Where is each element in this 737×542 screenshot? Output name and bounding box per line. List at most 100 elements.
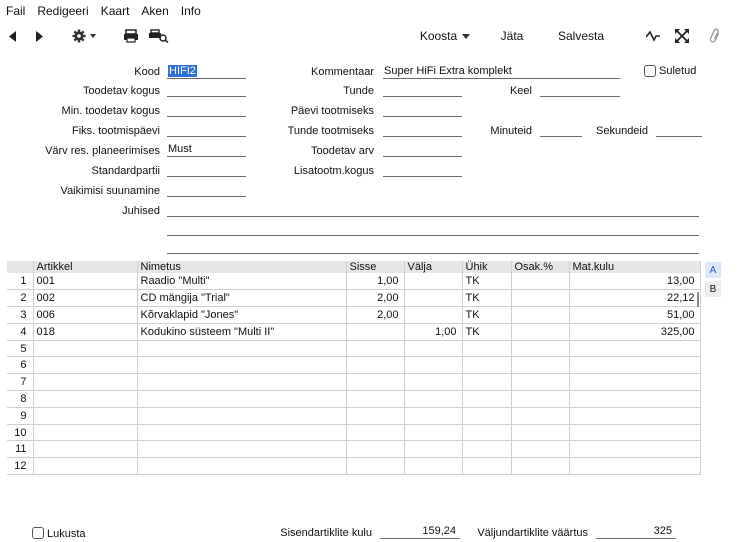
in-cell[interactable] [346, 323, 405, 341]
percent-cell[interactable] [511, 289, 570, 308]
material-cost-cell[interactable] [569, 407, 701, 425]
material-cost-cell[interactable]: 51,00 [569, 306, 701, 324]
name-cell[interactable]: Kodukino süsteem "Multi II" [137, 323, 347, 341]
article-cell[interactable] [33, 457, 138, 476]
name-cell[interactable] [137, 457, 347, 476]
out-cell[interactable]: 1,00 [404, 323, 463, 341]
material-cost-cell[interactable] [569, 457, 701, 476]
days-prod-field[interactable] [383, 103, 462, 117]
table-row[interactable]: 5 [7, 340, 701, 358]
unit-cell[interactable] [462, 356, 512, 375]
name-cell[interactable]: Raadio "Multi" [137, 273, 347, 291]
instructions-line-1[interactable] [167, 203, 699, 217]
out-cell[interactable] [404, 340, 463, 358]
menu-edit[interactable]: Redigeeri [37, 4, 88, 18]
percent-cell[interactable] [511, 273, 570, 291]
in-cell[interactable]: 2,00 [346, 306, 405, 324]
out-cell[interactable] [404, 273, 463, 291]
out-cell[interactable] [404, 440, 463, 459]
article-cell[interactable]: 018 [33, 323, 138, 341]
material-cost-cell[interactable]: 13,00 [569, 273, 701, 291]
out-cell[interactable] [404, 457, 463, 476]
minutes-field[interactable] [540, 123, 582, 137]
skip-button[interactable]: Jäta [496, 24, 528, 48]
back-arrow-icon[interactable] [6, 24, 20, 48]
unit-cell[interactable] [462, 340, 512, 358]
name-cell[interactable] [137, 340, 347, 358]
percent-cell[interactable] [511, 356, 570, 375]
article-cell[interactable] [33, 356, 138, 375]
unit-cell[interactable]: TK [462, 289, 512, 308]
seconds-field[interactable] [656, 123, 702, 137]
colour-planning-field[interactable]: Must [167, 143, 246, 157]
in-cell[interactable] [346, 424, 405, 442]
name-cell[interactable] [137, 407, 347, 425]
name-cell[interactable]: Kõrvaklapid "Jones" [137, 306, 347, 324]
percent-cell[interactable] [511, 440, 570, 459]
material-cost-cell[interactable] [569, 340, 701, 358]
percent-cell[interactable] [511, 457, 570, 476]
name-cell[interactable] [137, 373, 347, 392]
table-row[interactable]: 6 [7, 356, 701, 375]
out-cell[interactable] [404, 306, 463, 324]
out-cell[interactable] [404, 289, 463, 308]
hours-field[interactable] [383, 83, 462, 97]
percent-cell[interactable] [511, 424, 570, 442]
in-cell[interactable] [346, 457, 405, 476]
table-row[interactable]: 4 018 Kodukino süsteem "Multi II" 1,00 TK 325… [7, 323, 701, 341]
fixed-days-field[interactable] [167, 123, 246, 137]
percent-cell[interactable] [511, 390, 570, 408]
article-cell[interactable] [33, 373, 138, 392]
table-row[interactable]: 11 [7, 440, 701, 459]
tab-b[interactable]: B [705, 281, 721, 297]
table-row[interactable]: 8 [7, 390, 701, 408]
menu-card[interactable]: Kaart [101, 4, 130, 18]
comment-field[interactable]: Super HiFi Extra komplekt [383, 65, 620, 79]
lock-checkbox[interactable] [32, 527, 44, 539]
table-row[interactable]: 9 [7, 407, 701, 425]
language-field[interactable] [540, 83, 620, 97]
unit-cell[interactable]: TK [462, 323, 512, 341]
article-cell[interactable]: 006 [33, 306, 138, 324]
material-cost-cell[interactable] [569, 440, 701, 459]
table-row[interactable]: 12 [7, 457, 701, 476]
hours-prod-field[interactable] [383, 123, 462, 137]
in-cell[interactable] [346, 373, 405, 392]
in-cell[interactable]: 1,00 [346, 273, 405, 291]
qty-produced-field[interactable] [167, 83, 246, 97]
unit-cell[interactable]: TK [462, 273, 512, 291]
print-icon[interactable] [122, 24, 140, 48]
table-row[interactable]: 3 006 Kõrvaklapid "Jones" 2,00 TK 51,00 [7, 306, 701, 324]
in-cell[interactable] [346, 407, 405, 425]
unit-cell[interactable] [462, 407, 512, 425]
out-cell[interactable] [404, 424, 463, 442]
in-cell[interactable] [346, 440, 405, 459]
create-button[interactable]: Koosta [418, 24, 472, 48]
unit-cell[interactable] [462, 457, 512, 476]
percent-cell[interactable] [511, 306, 570, 324]
name-cell[interactable] [137, 424, 347, 442]
table-row[interactable]: 2 002 CD mängija "Trial" 2,00 TK 22,12 [7, 289, 701, 308]
instructions-line-3[interactable] [167, 240, 699, 254]
name-cell[interactable] [137, 390, 347, 408]
table-row[interactable]: 1 001 Raadio "Multi" 1,00 TK 13,00 [7, 273, 701, 291]
name-cell[interactable]: CD mängija "Trial" [137, 289, 347, 308]
material-cost-cell[interactable]: 22,12 [569, 289, 701, 308]
out-cell[interactable] [404, 373, 463, 392]
out-cell[interactable] [404, 407, 463, 425]
name-cell[interactable] [137, 356, 347, 375]
menu-window[interactable]: Aken [141, 4, 168, 18]
in-cell[interactable]: 2,00 [346, 289, 405, 308]
article-cell[interactable] [33, 424, 138, 442]
code-field[interactable]: HIFI2 [167, 65, 246, 79]
unit-cell[interactable] [462, 390, 512, 408]
material-cost-cell[interactable] [569, 356, 701, 375]
name-cell[interactable] [137, 440, 347, 459]
in-cell[interactable] [346, 390, 405, 408]
article-cell[interactable]: 002 [33, 289, 138, 308]
percent-cell[interactable] [511, 340, 570, 358]
instructions-line-2[interactable] [167, 222, 699, 236]
material-cost-cell[interactable]: 325,00 [569, 323, 701, 341]
material-cost-cell[interactable] [569, 373, 701, 392]
value-produced-field[interactable] [383, 143, 462, 157]
